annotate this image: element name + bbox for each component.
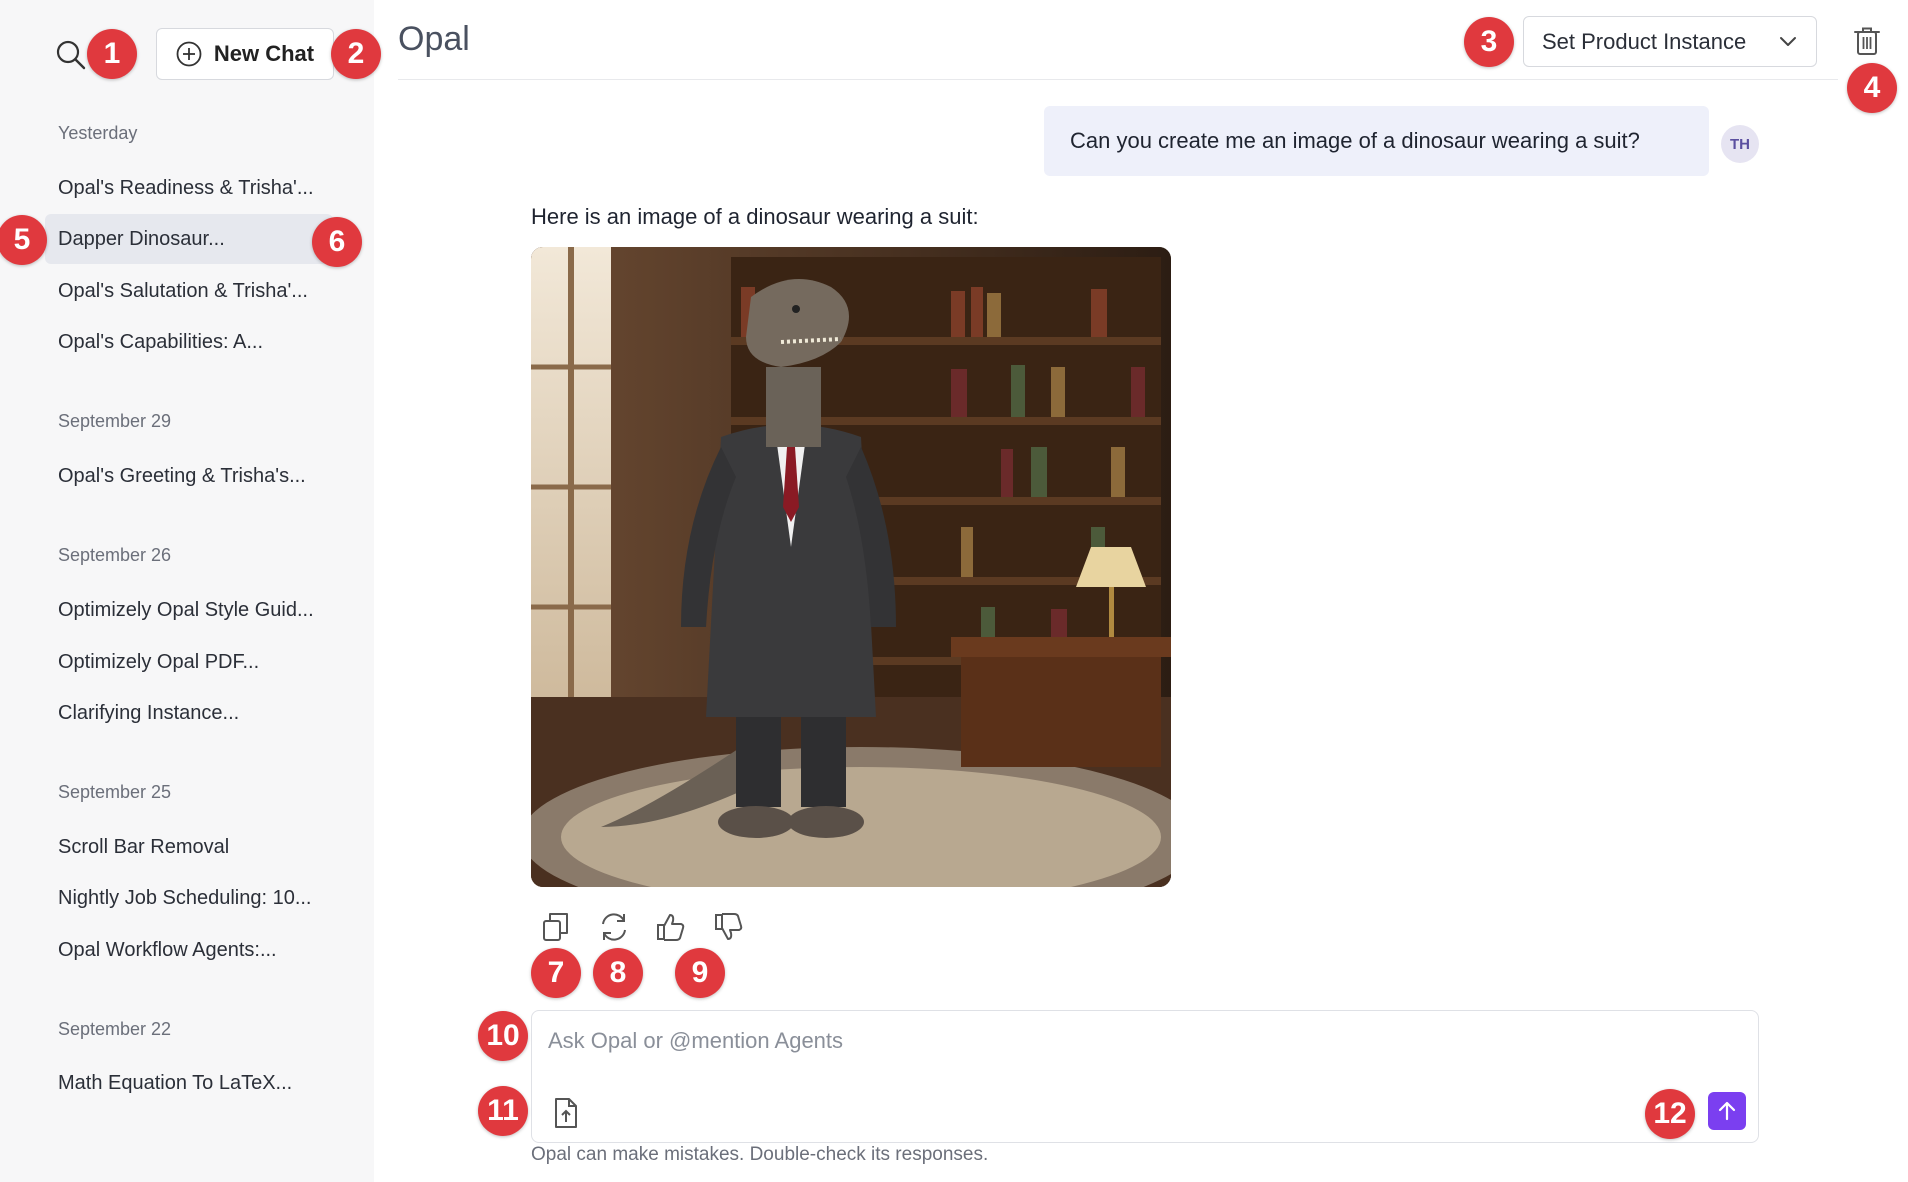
- chat-history-item[interactable]: Nightly Job Scheduling: 10...: [45, 873, 333, 923]
- disclaimer-text: Opal can make mistakes. Double-check its…: [531, 1144, 989, 1165]
- chat-history-item[interactable]: Opal's Readiness & Trisha'...: [45, 163, 333, 213]
- plus-circle-icon: [176, 41, 202, 67]
- chat-history-item[interactable]: Opal's Salutation & Trisha'...: [45, 266, 333, 316]
- thumbs-up-icon[interactable]: [654, 910, 688, 944]
- page-title: Opal: [398, 20, 470, 58]
- new-chat-label: New Chat: [213, 41, 315, 66]
- marker-11: 11: [478, 1086, 528, 1136]
- marker-12: 12: [1645, 1089, 1695, 1139]
- arrow-up-icon: [1718, 1101, 1736, 1121]
- group-label-sep25: September 25: [58, 782, 172, 802]
- header-divider: [398, 79, 1838, 80]
- marker-7: 7: [531, 948, 581, 998]
- group-label-sep26: September 26: [58, 545, 172, 565]
- generated-image[interactable]: [531, 247, 1171, 887]
- marker-4: 4: [1847, 63, 1897, 113]
- trash-icon[interactable]: [1853, 26, 1881, 56]
- marker-9: 9: [675, 948, 725, 998]
- marker-3: 3: [1464, 17, 1514, 67]
- marker-1: 1: [87, 29, 137, 79]
- user-message: Can you create me an image of a dinosaur…: [1044, 106, 1709, 176]
- avatar: TH: [1721, 125, 1759, 163]
- dinosaur-illustration: [531, 247, 1171, 887]
- assistant-message-text: Here is an image of a dinosaur wearing a…: [531, 204, 979, 229]
- chat-history-item[interactable]: Math Equation To LaTeX...: [45, 1058, 333, 1108]
- chevron-down-icon: [1780, 37, 1796, 46]
- chat-history-item[interactable]: Clarifying Instance...: [45, 688, 333, 738]
- chat-history-item[interactable]: Opal's Capabilities: A...: [45, 317, 333, 367]
- chat-history-item-active[interactable]: Dapper Dinosaur...: [45, 214, 333, 264]
- group-label-sep29: September 29: [58, 411, 172, 431]
- regenerate-icon[interactable]: [597, 910, 631, 944]
- chat-history-item[interactable]: Optimizely Opal Style Guid...: [45, 585, 333, 635]
- copy-icon[interactable]: [539, 910, 573, 944]
- message-input[interactable]: [548, 1023, 1648, 1059]
- marker-10: 10: [478, 1011, 528, 1061]
- chat-composer: [531, 1010, 1759, 1143]
- product-instance-label: Set Product Instance: [1542, 28, 1747, 54]
- chat-history-item-label: Dapper Dinosaur...: [58, 227, 225, 250]
- chat-history-item[interactable]: Opal's Greeting & Trisha's...: [45, 451, 333, 501]
- new-chat-button[interactable]: New Chat: [156, 28, 334, 80]
- send-button[interactable]: [1708, 1092, 1746, 1130]
- sidebar: New Chat Yesterday Opal's Readiness & Tr…: [0, 0, 374, 1182]
- marker-2: 2: [331, 29, 381, 79]
- chat-history-item[interactable]: Optimizely Opal PDF...: [45, 637, 333, 687]
- upload-file-icon[interactable]: [552, 1097, 580, 1129]
- product-instance-select[interactable]: Set Product Instance: [1523, 16, 1817, 67]
- chat-history-item[interactable]: Scroll Bar Removal: [45, 822, 333, 872]
- group-label-yesterday: Yesterday: [58, 123, 138, 143]
- marker-6: 6: [312, 217, 362, 267]
- marker-8: 8: [593, 948, 643, 998]
- search-icon[interactable]: [54, 38, 88, 72]
- chat-history-item[interactable]: Opal Workflow Agents:...: [45, 925, 333, 975]
- group-label-sep22: September 22: [58, 1019, 172, 1039]
- thumbs-down-icon[interactable]: [712, 910, 746, 944]
